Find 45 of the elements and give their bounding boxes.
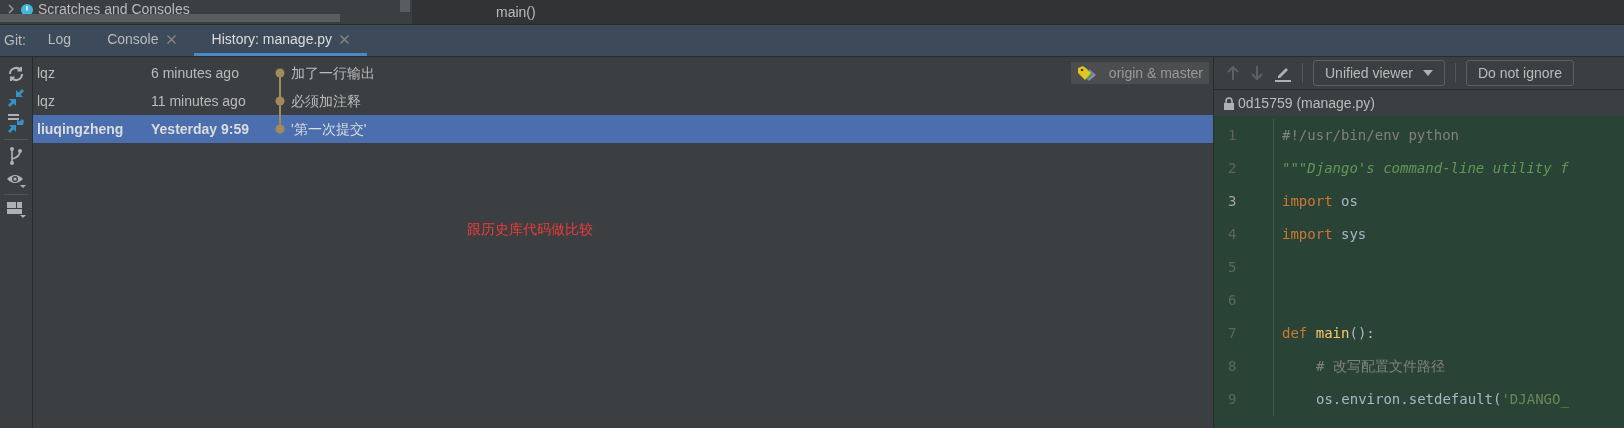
commit-message: '第一次提交': [291, 119, 367, 139]
close-icon[interactable]: [340, 34, 350, 44]
commit-message: 必须加注释: [291, 91, 361, 111]
chevron-icon[interactable]: [8, 4, 14, 14]
tab[interactable]: Log: [29, 25, 90, 56]
commit-row[interactable]: lqz 6 minutes ago 加了一行输出 origin & master: [33, 59, 1213, 87]
commit-author: lqz: [37, 63, 56, 83]
collapse-arrows-icon[interactable]: [7, 89, 25, 107]
tab[interactable]: History: manage.py: [193, 25, 368, 56]
list-collapse-icon[interactable]: [7, 113, 25, 133]
layout-dropdown-icon[interactable]: [6, 201, 26, 219]
commit-row[interactable]: liuqingzheng Yesterday 9:59 '第一次提交': [33, 115, 1213, 143]
commit-time: Yesterday 9:59: [151, 119, 251, 139]
code-line: #!/usr/bin/env python: [1282, 126, 1459, 145]
breadcrumb[interactable]: main(): [496, 1, 536, 23]
refresh-icon[interactable]: [7, 65, 25, 83]
commit-author: lqz: [37, 91, 56, 111]
file-header: 0d15759 (manage.py): [1214, 90, 1624, 116]
tool-window-title: Git:: [3, 31, 27, 50]
line-number: 3: [1214, 185, 1274, 218]
whitespace-dropdown[interactable]: Do not ignore: [1465, 60, 1574, 86]
commit-graph-node-icon: [275, 87, 285, 115]
eye-dropdown-icon[interactable]: [6, 172, 26, 188]
commit-time: 11 minutes ago: [151, 91, 247, 111]
code-line: os.environ.setdefault('DJANGO_: [1316, 390, 1569, 410]
commit-row[interactable]: lqz 11 minutes ago 必须加注释: [33, 87, 1213, 115]
lock-icon: [1224, 96, 1234, 110]
code-line: import os: [1282, 192, 1358, 211]
code-line: # 改写配置文件路径: [1316, 357, 1445, 376]
close-icon[interactable]: [166, 34, 176, 44]
branch-icon[interactable]: [9, 146, 23, 166]
caret-icon: [1422, 70, 1433, 76]
commit-time: 6 minutes ago: [151, 63, 240, 83]
code-line: import sys: [1282, 225, 1367, 244]
branch-label[interactable]: origin & master: [1070, 62, 1209, 84]
viewer-dropdown[interactable]: Unified viewer: [1313, 60, 1445, 86]
commit-message: 加了一行输出: [291, 63, 375, 83]
tree-item[interactable]: Scratches and Consoles: [38, 1, 190, 17]
code-line: """Django's command-line utility f: [1282, 159, 1569, 178]
code-line: def main():: [1282, 324, 1375, 343]
annotation-text: 跟历史库代码做比较: [467, 221, 593, 237]
tab[interactable]: Console: [89, 25, 194, 56]
horizontal-scrollbar[interactable]: [0, 14, 340, 22]
vertical-scrollbar[interactable]: [400, 0, 410, 12]
commit-author: liuqingzheng: [37, 119, 125, 139]
